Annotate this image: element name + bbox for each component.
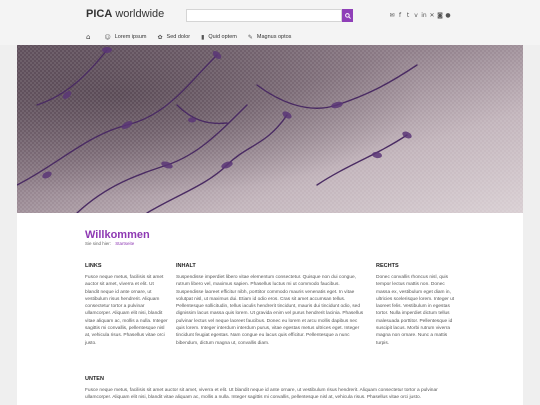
- lace-fabric-image: [17, 45, 523, 213]
- column-inhalt-heading: INHALT: [176, 263, 196, 269]
- bookmark-icon: ▮: [201, 33, 205, 41]
- column-rechts-text: Donec convallis rhoncus nisl, quis tempo…: [376, 275, 455, 346]
- vimeo-icon[interactable]: v: [413, 12, 419, 19]
- search-button[interactable]: [342, 9, 353, 22]
- page-title: Willkommen: [85, 229, 150, 241]
- nav-item-magnus-optos[interactable]: ✎ Magnus optos: [248, 34, 292, 41]
- hero-image: [17, 45, 523, 213]
- social-links: ✉ f t v in ✕ ◙ ●: [389, 12, 451, 19]
- site-logo[interactable]: PICA worldwide: [86, 8, 164, 20]
- person-icon: ☺: [104, 33, 111, 41]
- breadcrumb: Sie sind hier: Startseite: [85, 241, 134, 246]
- section-unten: UNTEN Fusce neque metus, facilisis sit a…: [85, 376, 455, 402]
- drop-icon: ✿: [157, 33, 163, 41]
- facebook-icon[interactable]: f: [397, 12, 403, 19]
- nav-item-label: Lorem ipsum: [114, 34, 147, 40]
- logo-rest-text: worldwide: [112, 8, 165, 20]
- nav-item-quid-optem[interactable]: ▮ Quid optem: [201, 34, 237, 41]
- section-unten-text: Fusce neque metus, facilisis sit amet au…: [85, 388, 438, 401]
- nav-item-sed-dolor[interactable]: ✿ Sed dolor: [158, 34, 191, 41]
- search-input[interactable]: [186, 9, 342, 22]
- column-links-text: Fusce neque metus, facilisis sit amet au…: [85, 275, 168, 346]
- search-icon: [344, 12, 351, 19]
- site-header: PICA worldwide ✉ f t v in ✕ ◙ ● ⌂ ☺ Lore…: [0, 0, 540, 45]
- column-inhalt: INHALT Suspendisse imperdiet libero vita…: [176, 263, 366, 347]
- mail-icon[interactable]: ✉: [389, 12, 395, 19]
- linkedin-icon[interactable]: in: [421, 12, 427, 19]
- column-rechts: RECHTS Donec convallis rhoncus nisl, qui…: [376, 263, 458, 347]
- main-content: Willkommen Sie sind hier: Startseite LIN…: [17, 213, 523, 405]
- nav-item-label: Sed dolor: [166, 34, 191, 40]
- column-links-heading: LINKS: [85, 263, 102, 269]
- xing-icon[interactable]: ✕: [429, 12, 435, 19]
- main-nav: ⌂ ☺ Lorem ipsum ✿ Sed dolor ▮ Quid optem…: [86, 33, 302, 41]
- column-rechts-heading: RECHTS: [376, 263, 399, 269]
- search-bar: [186, 9, 353, 22]
- column-inhalt-text: Suspendisse imperdiet libero vitae eleme…: [176, 275, 364, 346]
- section-unten-heading: UNTEN: [85, 376, 104, 382]
- nav-item-label: Quid optem: [208, 34, 237, 40]
- chat-icon: ✎: [247, 33, 253, 41]
- breadcrumb-prefix: Sie sind hier:: [85, 241, 112, 246]
- logo-bold-text: PICA: [86, 8, 113, 20]
- flickr-icon[interactable]: ●: [445, 12, 451, 19]
- nav-item-label: Magnus optos: [256, 34, 292, 40]
- nav-item-lorem-ipsum[interactable]: ☺ Lorem ipsum: [104, 34, 146, 41]
- column-links: LINKS Fusce neque metus, facilisis sit a…: [85, 263, 169, 347]
- breadcrumb-link-home[interactable]: Startseite: [115, 241, 134, 246]
- home-icon[interactable]: ⌂: [86, 33, 90, 41]
- instagram-icon[interactable]: ◙: [437, 12, 443, 19]
- twitter-icon[interactable]: t: [405, 12, 411, 19]
